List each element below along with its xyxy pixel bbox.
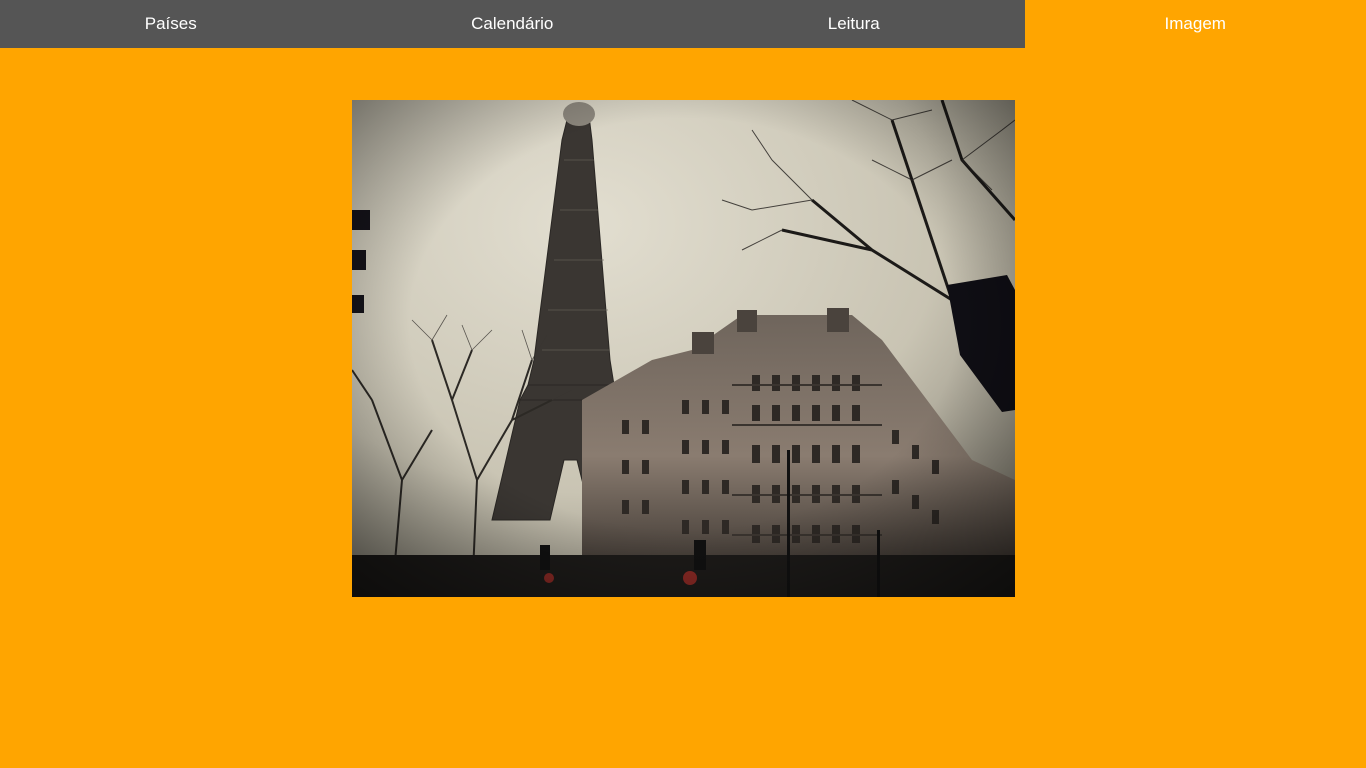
- nav-item-imagem[interactable]: Imagem: [1024, 0, 1366, 48]
- nav-item-paises[interactable]: Países: [0, 0, 342, 48]
- main-content: [0, 48, 1366, 768]
- eiffel-tower-photo: [352, 100, 1015, 597]
- nav-item-calendario[interactable]: Calendário: [341, 0, 683, 48]
- nav-item-leitura[interactable]: Leitura: [683, 0, 1025, 48]
- top-navigation: Países Calendário Leitura Imagem: [0, 0, 1366, 48]
